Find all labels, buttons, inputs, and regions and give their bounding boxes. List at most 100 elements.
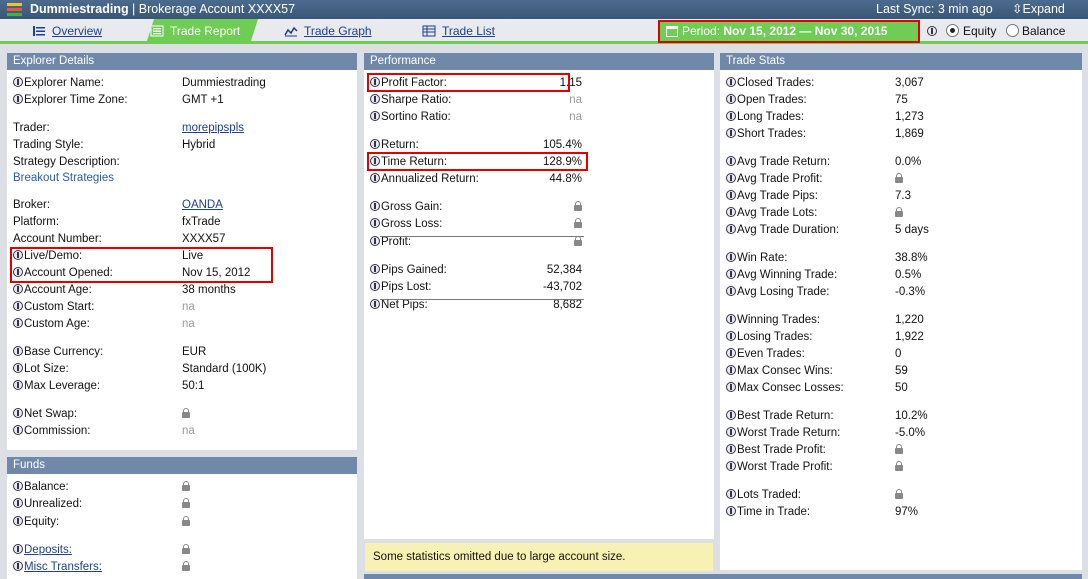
info-icon[interactable] xyxy=(726,269,736,279)
info-icon[interactable] xyxy=(13,77,23,87)
info-icon[interactable] xyxy=(726,382,736,392)
stat-label-text: Long Trades: xyxy=(737,111,805,123)
info-icon[interactable] xyxy=(370,236,380,246)
info-icon[interactable] xyxy=(726,314,736,324)
stat-row: Max Consec Wins: 59 xyxy=(720,363,1082,379)
stat-row: Pips Gained: 52,384 xyxy=(364,262,714,278)
stat-value: 1,273 xyxy=(895,111,924,123)
stat-row: Commission: na xyxy=(7,423,357,439)
stat-value[interactable]: OANDA xyxy=(182,197,223,213)
stat-label-text: Account Number: xyxy=(13,233,102,245)
stat-label-text: Pips Lost: xyxy=(381,281,432,293)
info-icon[interactable] xyxy=(13,425,23,435)
info-icon[interactable] xyxy=(726,489,736,499)
stat-value: 5 days xyxy=(895,224,929,236)
stat-row: Trader: morepipspls xyxy=(7,120,357,136)
info-icon[interactable] xyxy=(370,173,380,183)
info-icon[interactable] xyxy=(726,156,736,166)
info-icon[interactable] xyxy=(13,408,23,418)
info-icon[interactable] xyxy=(726,365,736,375)
stat-value: -5.0% xyxy=(895,427,926,439)
balance-radio[interactable] xyxy=(1006,24,1019,37)
app-logo-icon xyxy=(7,3,22,16)
info-icon[interactable] xyxy=(13,284,23,294)
stat-row: Avg Trade Duration: 5 days xyxy=(720,222,1082,238)
info-icon[interactable] xyxy=(726,410,736,420)
stat-label: Avg Trade Profit: xyxy=(726,171,822,187)
info-icon[interactable] xyxy=(726,286,736,296)
stat-value xyxy=(182,406,190,422)
stat-row: Avg Trade Lots: xyxy=(720,205,1082,221)
info-icon[interactable] xyxy=(726,331,736,341)
info-icon[interactable] xyxy=(370,281,380,291)
info-icon[interactable] xyxy=(13,318,23,328)
tab-trade-list[interactable]: Trade List xyxy=(418,19,495,44)
info-icon[interactable] xyxy=(370,94,380,104)
toolbar: Overview Trade Report Trade Graph Trade … xyxy=(0,19,1088,44)
info-icon[interactable] xyxy=(726,207,736,217)
stat-row: Worst Trade Return: -5.0% xyxy=(720,425,1082,441)
info-icon[interactable] xyxy=(13,94,23,104)
info-icon[interactable] xyxy=(13,380,23,390)
stat-value: 1,922 xyxy=(895,331,924,343)
stat-row: Avg Losing Trade: -0.3% xyxy=(720,284,1082,300)
stat-value[interactable]: morepipspls xyxy=(182,120,244,136)
info-icon[interactable] xyxy=(726,444,736,454)
info-icon[interactable] xyxy=(370,299,380,309)
info-icon[interactable] xyxy=(726,190,736,200)
info-icon[interactable] xyxy=(726,224,736,234)
lock-icon xyxy=(182,408,190,418)
stat-label-text: Pips Gained: xyxy=(381,264,447,276)
info-icon[interactable] xyxy=(370,111,380,121)
info-icon[interactable] xyxy=(726,506,736,516)
stat-row: Lots Traded: xyxy=(720,487,1082,503)
info-icon[interactable] xyxy=(370,201,380,211)
stat-label: Best Trade Return: xyxy=(726,408,834,424)
info-icon[interactable] xyxy=(370,218,380,228)
stat-value xyxy=(182,542,190,558)
stat-label: Trading Style: xyxy=(13,137,84,153)
info-icon[interactable] xyxy=(726,461,736,471)
stat-label-text[interactable]: Misc Transfers: xyxy=(24,561,102,573)
stat-label-text: Strategy Description: xyxy=(13,156,120,168)
info-icon[interactable] xyxy=(13,516,23,526)
period-range: Nov 15, 2012 — Nov 30, 2015 xyxy=(723,24,888,38)
tab-trade-report[interactable]: Trade Report xyxy=(146,19,258,44)
info-icon[interactable] xyxy=(13,363,23,373)
tab-overview[interactable]: Overview xyxy=(28,19,102,44)
info-icon[interactable] xyxy=(13,544,23,554)
info-icon[interactable] xyxy=(726,77,736,87)
info-icon[interactable] xyxy=(370,264,380,274)
info-icon[interactable] xyxy=(13,301,23,311)
stat-row: Strategy Description: xyxy=(7,154,357,170)
info-icon[interactable] xyxy=(726,427,736,437)
info-icon[interactable] xyxy=(726,94,736,104)
stat-label-text[interactable]: Deposits: xyxy=(24,544,72,556)
stat-label: Avg Trade Return: xyxy=(726,154,830,170)
highlight-account-box xyxy=(10,247,273,283)
stat-label-text: Avg Trade Pips: xyxy=(737,190,818,202)
info-icon[interactable] xyxy=(726,111,736,121)
stat-label-text: Best Trade Return: xyxy=(737,410,834,422)
info-icon[interactable] xyxy=(13,561,23,571)
expand-button[interactable]: ⇳Expand xyxy=(1012,0,1065,19)
stat-row: Losing Trades: 1,922 xyxy=(720,329,1082,345)
info-icon[interactable] xyxy=(726,128,736,138)
period-selector[interactable]: Period: Nov 15, 2012 — Nov 30, 2015 xyxy=(658,20,920,43)
lock-icon xyxy=(895,489,903,499)
info-icon[interactable] xyxy=(370,139,380,149)
info-icon[interactable] xyxy=(13,498,23,508)
info-icon[interactable] xyxy=(13,481,23,491)
stat-label: Avg Trade Lots: xyxy=(726,205,817,221)
info-icon[interactable] xyxy=(927,26,937,36)
tab-trade-graph[interactable]: Trade Graph xyxy=(280,19,372,44)
info-icon[interactable] xyxy=(726,173,736,183)
stat-row: Avg Trade Return: 0.0% xyxy=(720,154,1082,170)
info-icon[interactable] xyxy=(726,252,736,262)
stat-label-text: Time in Trade: xyxy=(737,506,811,518)
info-icon[interactable] xyxy=(13,346,23,356)
stat-label: Breakout Strategies xyxy=(13,170,114,186)
equity-radio[interactable] xyxy=(946,24,959,37)
stat-value: Standard (100K) xyxy=(182,363,267,375)
info-icon[interactable] xyxy=(726,348,736,358)
